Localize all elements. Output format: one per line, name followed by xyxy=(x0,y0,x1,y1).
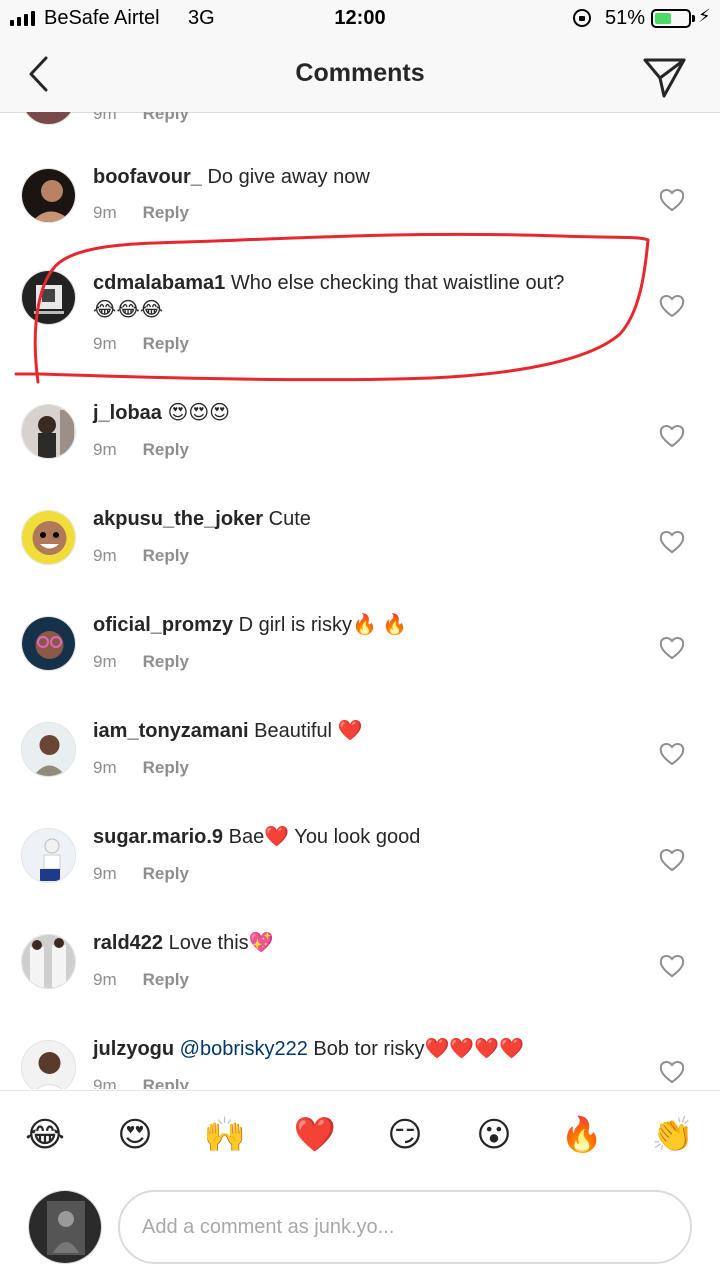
comment-username[interactable]: sugar.mario.9 xyxy=(93,826,223,848)
avatar[interactable] xyxy=(21,270,76,325)
comment-message: Cute xyxy=(268,508,311,530)
comment-username[interactable]: akpusu_the_joker xyxy=(93,508,263,530)
emoji-button[interactable]: ❤️ xyxy=(290,1115,340,1155)
heart-icon[interactable] xyxy=(659,188,685,212)
emoji-button[interactable]: 😍 xyxy=(110,1115,160,1155)
comment-message: Love this💖 xyxy=(168,932,274,954)
page-title: Comments xyxy=(295,59,425,87)
emoji-quick-bar: 😂 😍 🙌 ❤️ 😏 😮 🔥 👏 xyxy=(0,1090,720,1181)
reply-button[interactable]: Reply xyxy=(143,970,189,989)
comment-time: 9m xyxy=(93,970,117,989)
comment-text: boofavour_ Do give away now xyxy=(93,164,633,191)
comment-username[interactable]: iam_tonyzamani xyxy=(93,720,249,742)
comment-meta: 9m Reply xyxy=(93,203,189,223)
comment-text: j_lobaa 😍😍😍 xyxy=(93,400,633,427)
comment-input[interactable] xyxy=(118,1190,692,1264)
comment-mention[interactable]: @bobrisky222 xyxy=(180,1038,308,1060)
avatar[interactable] xyxy=(21,934,76,989)
direct-share-button[interactable] xyxy=(640,50,690,100)
comment-list[interactable]: 9m Reply boofavour_ Do give away now 9m Re… xyxy=(0,112,720,1089)
comment-message: Bob tor risky❤️❤️❤️❤️ xyxy=(307,1038,525,1060)
emoji-button[interactable]: 😂 xyxy=(20,1115,70,1155)
avatar[interactable] xyxy=(21,510,76,565)
heart-icon[interactable] xyxy=(659,848,685,872)
reply-button[interactable]: Reply xyxy=(143,652,189,671)
comment-message: 😍😍😍 xyxy=(167,402,231,424)
avatar[interactable] xyxy=(21,112,76,125)
comment-meta: 9m Reply xyxy=(93,1076,189,1089)
paper-plane-icon xyxy=(643,58,686,98)
comment-time: 9m xyxy=(93,203,117,222)
emoji-button[interactable]: 🙌 xyxy=(200,1115,250,1155)
comment-meta: 9m Reply xyxy=(93,546,189,566)
reply-button[interactable]: Reply xyxy=(143,440,189,459)
comment-message: D girl is risky🔥 🔥 xyxy=(238,614,408,636)
comment-time: 9m xyxy=(93,652,117,671)
battery-percent: 51% xyxy=(605,7,646,29)
emoji-button[interactable]: 🔥 xyxy=(557,1115,607,1155)
reply-button[interactable]: Reply xyxy=(143,758,189,777)
battery-tip xyxy=(692,15,695,22)
comment-emoji: 😂😂😂 xyxy=(93,299,164,321)
emoji-button[interactable]: 😏 xyxy=(380,1115,430,1155)
comment-time: 9m xyxy=(93,334,117,353)
comment-time: 9m xyxy=(93,1076,117,1089)
comment-username[interactable]: boofavour_ xyxy=(93,166,202,188)
navigation-header: Comments xyxy=(0,38,720,113)
comment-message: Who else checking that waistline out? xyxy=(230,272,565,294)
reply-button[interactable]: Reply xyxy=(143,334,189,353)
emoji-button[interactable]: 😮 xyxy=(469,1115,519,1155)
comment-text: julzyogu @bobrisky222 Bob tor risky❤️❤️❤… xyxy=(93,1036,633,1063)
comment-meta: 9m Reply xyxy=(93,652,189,672)
heart-icon[interactable] xyxy=(659,530,685,554)
avatar[interactable] xyxy=(21,828,76,883)
reply-button[interactable]: Reply xyxy=(143,864,189,883)
avatar[interactable] xyxy=(21,168,76,223)
rotation-lock-icon xyxy=(573,9,591,27)
comment-time: 9m xyxy=(93,758,117,777)
avatar[interactable] xyxy=(21,1040,76,1089)
comment-text: iam_tonyzamani Beautiful ❤️ xyxy=(93,718,633,745)
reply-button[interactable]: Reply xyxy=(143,203,189,222)
heart-icon[interactable] xyxy=(659,954,685,978)
comment-message: Do give away now xyxy=(207,166,370,188)
comment-time: 9m xyxy=(93,546,117,565)
heart-icon[interactable] xyxy=(659,294,685,318)
comment-text: rald422 Love this💖 xyxy=(93,930,633,957)
comment-meta: 9m Reply xyxy=(93,112,189,123)
comment-text: cdmalabama1 Who else checking that waist… xyxy=(93,270,633,324)
comment-time: 9m xyxy=(93,864,117,883)
comment-message: Beautiful ❤️ xyxy=(254,720,363,742)
comment-meta: 9m Reply xyxy=(93,758,189,778)
emoji-button[interactable]: 👏 xyxy=(648,1115,698,1155)
comment-text: akpusu_the_joker Cute xyxy=(93,506,633,533)
current-user-avatar xyxy=(28,1190,102,1264)
heart-icon[interactable] xyxy=(659,742,685,766)
heart-icon[interactable] xyxy=(659,636,685,660)
comment-meta: 9m Reply xyxy=(93,970,189,990)
comment-composer xyxy=(0,1180,720,1280)
reply-button[interactable]: Reply xyxy=(143,546,189,565)
comment-meta: 9m Reply xyxy=(93,864,189,884)
avatar[interactable] xyxy=(21,722,76,777)
comment-meta: 9m Reply xyxy=(93,334,189,354)
comment-text: sugar.mario.9 Bae❤️ You look good xyxy=(93,824,633,851)
comment-username[interactable]: rald422 xyxy=(93,932,163,954)
avatar[interactable] xyxy=(21,616,76,671)
comment-username[interactable]: cdmalabama1 xyxy=(93,272,225,294)
comment-text: oficial_promzy D girl is risky🔥 🔥 xyxy=(93,612,633,639)
comment-meta: 9m Reply xyxy=(93,440,189,460)
status-bar: BeSafe Airtel 3G 12:00 51% ⚡ xyxy=(0,0,720,38)
comment-username[interactable]: oficial_promzy xyxy=(93,614,233,636)
battery-icon xyxy=(651,9,691,28)
heart-icon[interactable] xyxy=(659,1060,685,1084)
comment-message: Bae❤️ You look good xyxy=(228,826,421,848)
reply-button[interactable]: Reply xyxy=(143,1076,189,1089)
comment-username[interactable]: julzyogu xyxy=(93,1038,174,1060)
heart-icon[interactable] xyxy=(659,424,685,448)
comment-username[interactable]: j_lobaa xyxy=(93,402,162,424)
comment-time: 9m xyxy=(93,440,117,459)
avatar[interactable] xyxy=(21,404,76,459)
charging-bolt-icon: ⚡ xyxy=(698,6,711,26)
